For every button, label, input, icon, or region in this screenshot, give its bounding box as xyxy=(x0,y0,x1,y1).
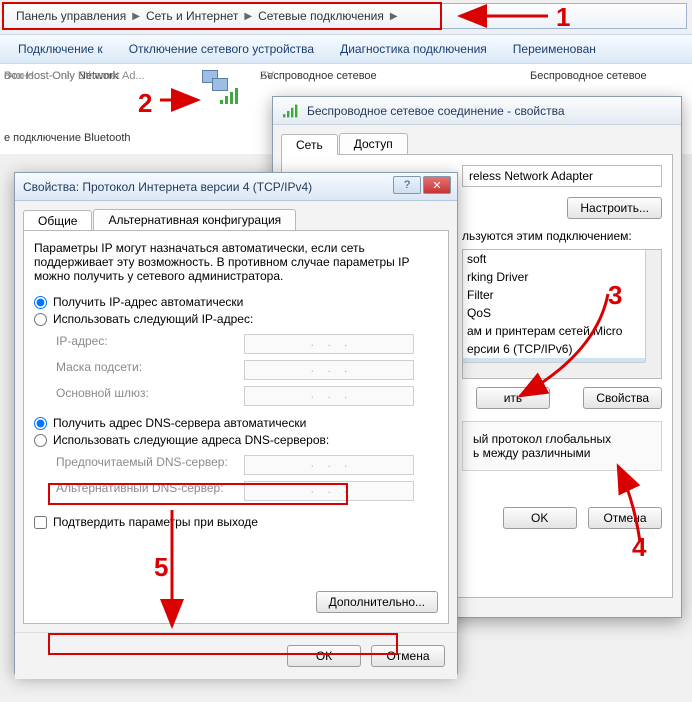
ip-label: IP-адрес: xyxy=(56,334,236,354)
toolbar-item-diagnose[interactable]: Диагностика подключения xyxy=(328,38,499,60)
breadcrumb[interactable]: Панель управления ▶ Сеть и Интернет ▶ Се… xyxy=(3,3,687,29)
configure-button[interactable]: Настроить... xyxy=(567,197,662,219)
checkbox-validate[interactable]: Подтвердить параметры при выходе xyxy=(34,515,438,529)
tab-general[interactable]: Общие xyxy=(23,210,92,231)
scrollbar-corner xyxy=(645,362,661,378)
properties-button[interactable]: Свойства xyxy=(583,387,662,409)
connection-name[interactable]: Беспроводное сетевое xyxy=(530,70,647,82)
toolbar-item-disable[interactable]: Отключение сетевого устройства xyxy=(117,38,326,60)
scrollbar-horizontal[interactable] xyxy=(463,362,645,378)
chevron-right-icon: ▶ xyxy=(132,11,140,22)
list-item[interactable]: ам и принтерам сетей Micro xyxy=(463,322,661,340)
connection-adapter: Box Host-Only Ethernet Ad... xyxy=(4,70,145,82)
radio-auto-dns-input[interactable] xyxy=(34,417,47,430)
ip-input: . . . xyxy=(244,334,414,354)
dns2-label: Альтернативный DNS-сервер: xyxy=(56,481,236,501)
list-item[interactable]: QoS xyxy=(463,304,661,322)
close-button[interactable]: ✕ xyxy=(423,176,451,194)
description-text: Параметры IP могут назначаться автоматич… xyxy=(34,241,438,283)
radio-manual-dns[interactable]: Использовать следующие адреса DNS-сервер… xyxy=(34,433,438,447)
window-title: Беспроводное сетевое соединение - свойст… xyxy=(307,104,565,118)
cancel-button[interactable]: Отмена xyxy=(588,507,662,529)
connection-line2: ZV xyxy=(260,70,274,82)
connection-name[interactable]: е подключение Bluetooth xyxy=(4,132,131,144)
install-button[interactable]: ить xyxy=(476,387,550,409)
description-text: ый протокол глобальных xyxy=(473,432,651,446)
chevron-right-icon: ▶ xyxy=(390,11,398,22)
toolbar-item-connect[interactable]: Подключение к xyxy=(6,38,115,60)
breadcrumb-item[interactable]: Сеть и Интернет xyxy=(140,9,244,23)
ok-button[interactable]: OK xyxy=(503,507,577,529)
signal-icon xyxy=(283,104,299,117)
checkbox-validate-input[interactable] xyxy=(34,516,47,529)
tab-sharing[interactable]: Доступ xyxy=(339,133,408,154)
window-title: Свойства: Протокол Интернета версии 4 (T… xyxy=(23,180,312,194)
advanced-button[interactable]: Дополнительно... xyxy=(316,591,438,613)
mask-input: . . . xyxy=(244,360,414,380)
cancel-button[interactable]: Отмена xyxy=(371,645,445,667)
dns1-label: Предпочитаемый DNS-сервер: xyxy=(56,455,236,475)
uses-label: льзуются этим подключением: xyxy=(462,229,662,243)
tab-alternate[interactable]: Альтернативная конфигурация xyxy=(93,209,296,230)
list-item[interactable]: soft xyxy=(463,250,661,268)
ipv4-properties-dialog: Свойства: Протокол Интернета версии 4 (T… xyxy=(14,172,458,674)
list-item[interactable]: Filter xyxy=(463,286,661,304)
radio-auto-ip-input[interactable] xyxy=(34,296,47,309)
command-bar: Подключение к Отключение сетевого устрой… xyxy=(0,34,692,64)
breadcrumb-item[interactable]: Сетевые подключения xyxy=(252,9,390,23)
radio-manual-ip-input[interactable] xyxy=(34,313,47,326)
list-item[interactable]: rking Driver xyxy=(463,268,661,286)
mask-label: Маска подсети: xyxy=(56,360,236,380)
radio-auto-ip[interactable]: Получить IP-адрес автоматически xyxy=(34,295,438,309)
window-titlebar[interactable]: Беспроводное сетевое соединение - свойст… xyxy=(273,97,681,125)
description-text: ь между различными xyxy=(473,446,651,460)
window-titlebar[interactable]: Свойства: Протокол Интернета версии 4 (T… xyxy=(15,173,457,201)
connection-name[interactable]: Беспроводное сетевое xyxy=(260,70,377,82)
signal-icon xyxy=(220,88,240,104)
breadcrumb-item[interactable]: Панель управления xyxy=(10,9,132,23)
dns2-input: . . . xyxy=(244,481,414,501)
chevron-right-icon: ▶ xyxy=(244,11,252,22)
toolbar-item-rename[interactable]: Переименован xyxy=(501,38,608,60)
tab-network[interactable]: Сеть xyxy=(281,134,338,155)
list-item[interactable]: ерсии 6 (TCP/IPv6) xyxy=(463,340,661,358)
dns1-input: . . . xyxy=(244,455,414,475)
radio-auto-dns[interactable]: Получить адрес DNS-сервера автоматически xyxy=(34,416,438,430)
ok-button[interactable]: ОК xyxy=(287,645,361,667)
adapter-field: reless Network Adapter xyxy=(462,165,662,187)
gateway-label: Основной шлюз: xyxy=(56,386,236,406)
help-button[interactable]: ? xyxy=(393,176,421,194)
radio-manual-ip[interactable]: Использовать следующий IP-адрес: xyxy=(34,312,438,326)
components-listbox[interactable]: soft rking Driver Filter QoS ам и принте… xyxy=(462,249,662,379)
radio-manual-dns-input[interactable] xyxy=(34,434,47,447)
scrollbar-vertical[interactable] xyxy=(645,250,661,362)
gateway-input: . . . xyxy=(244,386,414,406)
